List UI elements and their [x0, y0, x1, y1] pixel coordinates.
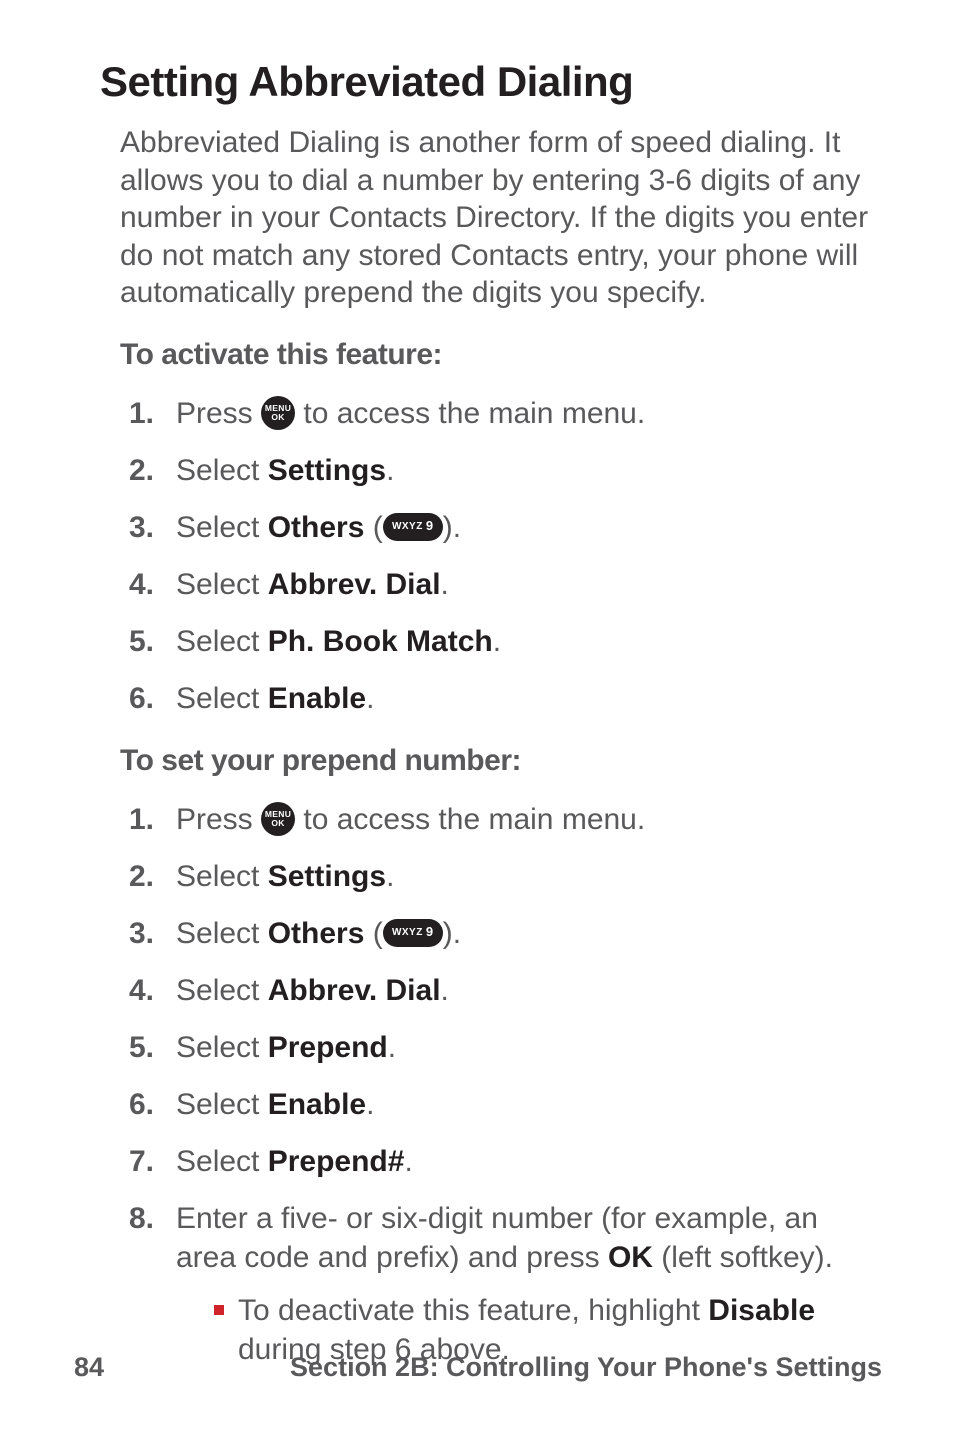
step-body: Select Abbrev. Dial.	[176, 971, 884, 1010]
intro-paragraph: Abbreviated Dialing is another form of s…	[120, 124, 884, 312]
section-label: Section 2B: Controlling Your Phone's Set…	[290, 1352, 882, 1383]
step-body: Select Others (WXYZ9).	[176, 914, 884, 953]
bold-term: Abbrev. Dial	[268, 974, 441, 1007]
bold-term: Disable	[708, 1294, 815, 1327]
step-body: Select Others (WXYZ9).	[176, 508, 884, 547]
step-item: 2.Select Settings.	[120, 857, 884, 896]
step-item: 2.Select Settings.	[120, 451, 884, 490]
bold-term: Prepend#	[268, 1145, 405, 1178]
step-item: 5.Select Prepend.	[120, 1028, 884, 1067]
step-body: Select Abbrev. Dial.	[176, 565, 884, 604]
wxyz-9-key-icon: WXYZ9	[383, 919, 443, 947]
step-item: 3.Select Others (WXYZ9).	[120, 508, 884, 547]
bold-term: Enable	[268, 1088, 366, 1121]
step-body: Select Prepend.	[176, 1028, 884, 1067]
bold-term: Others	[268, 917, 365, 950]
step-item: 6.Select Enable.	[120, 679, 884, 718]
step-number: 3.	[120, 511, 176, 545]
bold-term: Abbrev. Dial	[268, 568, 441, 601]
step-body: Select Enable.	[176, 679, 884, 718]
step-number: 4.	[120, 568, 176, 602]
page-title: Setting Abbreviated Dialing	[100, 58, 884, 106]
bold-term: Settings	[268, 454, 386, 487]
bold-term: Ph. Book Match	[268, 625, 493, 658]
activate-heading: To activate this feature:	[120, 338, 884, 372]
menu-ok-key-icon: MENUOK	[261, 802, 295, 836]
step-item: 6.Select Enable.	[120, 1085, 884, 1124]
step-item: 4.Select Abbrev. Dial.	[120, 565, 884, 604]
step-item: 1.Press MENUOK to access the main menu.	[120, 800, 884, 839]
step-body: Select Settings.	[176, 857, 884, 896]
step-number: 7.	[120, 1145, 176, 1179]
bold-term: Prepend	[268, 1031, 388, 1064]
prepend-steps-list: 1.Press MENUOK to access the main menu.2…	[120, 800, 884, 1369]
step-number: 2.	[120, 860, 176, 894]
menu-ok-key-icon: MENUOK	[261, 396, 295, 430]
step-body: Select Ph. Book Match.	[176, 622, 884, 661]
page-footer: 84 Section 2B: Controlling Your Phone's …	[0, 1352, 954, 1383]
step-item: 4.Select Abbrev. Dial.	[120, 971, 884, 1010]
bold-term: Settings	[268, 860, 386, 893]
wxyz-9-key-icon: WXYZ9	[383, 513, 443, 541]
step-body: Select Enable.	[176, 1085, 884, 1124]
step-body: Press MENUOK to access the main menu.	[176, 800, 884, 839]
step-number: 6.	[120, 682, 176, 716]
step-item: 3.Select Others (WXYZ9).	[120, 914, 884, 953]
step-body: Press MENUOK to access the main menu.	[176, 394, 884, 433]
step-number: 5.	[120, 1031, 176, 1065]
prepend-heading: To set your prepend number:	[120, 744, 884, 778]
step-item: 5.Select Ph. Book Match.	[120, 622, 884, 661]
step-number: 8.	[120, 1202, 176, 1236]
step-body: Select Settings.	[176, 451, 884, 490]
step-item: 7.Select Prepend#.	[120, 1142, 884, 1181]
bold-term: Others	[268, 511, 365, 544]
step-item: 8.Enter a five- or six-digit number (for…	[120, 1199, 884, 1369]
step-item: 1.Press MENUOK to access the main menu.	[120, 394, 884, 433]
activate-steps-list: 1.Press MENUOK to access the main menu.2…	[120, 394, 884, 718]
bold-term: Enable	[268, 682, 366, 715]
page-number: 84	[74, 1352, 104, 1383]
step-number: 3.	[120, 917, 176, 951]
step-number: 1.	[120, 803, 176, 837]
step-number: 6.	[120, 1088, 176, 1122]
step-number: 4.	[120, 974, 176, 1008]
step-body: Enter a five- or six-digit number (for e…	[176, 1199, 884, 1369]
step-number: 1.	[120, 397, 176, 431]
step-number: 5.	[120, 625, 176, 659]
page-content: Setting Abbreviated Dialing Abbreviated …	[0, 0, 954, 1369]
step-body: Select Prepend#.	[176, 1142, 884, 1181]
bold-term: OK	[608, 1241, 653, 1274]
step-number: 2.	[120, 454, 176, 488]
